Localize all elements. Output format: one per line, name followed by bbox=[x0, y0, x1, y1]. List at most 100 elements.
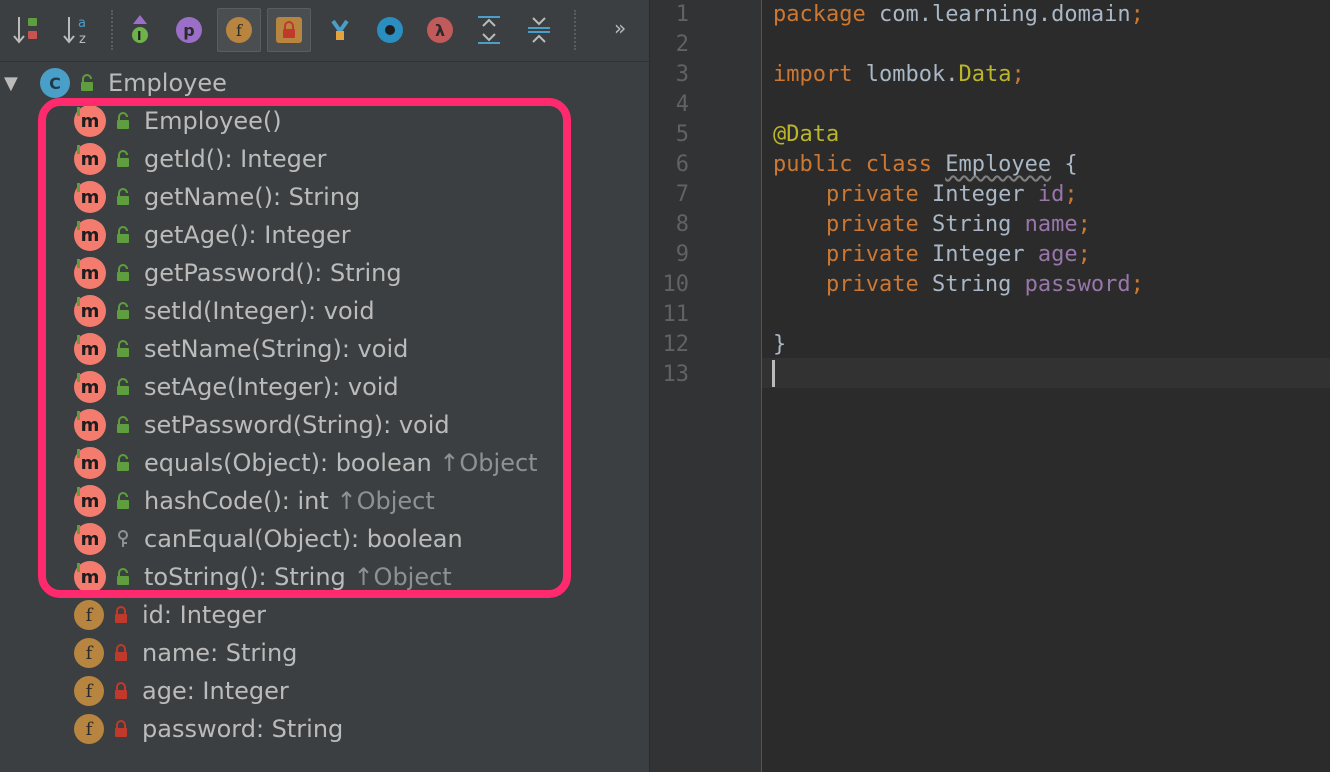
method-row[interactable]: m hashCode(): int ↑Object bbox=[74, 482, 435, 520]
line-number: 9 bbox=[675, 242, 689, 267]
field-row[interactable]: f password: String bbox=[74, 710, 343, 748]
inherited-from: ↑Object bbox=[353, 563, 452, 591]
tree-root-employee[interactable]: ▼ C Employee bbox=[4, 64, 227, 102]
current-line-highlight bbox=[762, 358, 1330, 388]
field-label: name: String bbox=[142, 639, 298, 667]
code-line-field[interactable]: private Integer id; bbox=[773, 180, 1078, 210]
code-line-3[interactable]: import lombok.Data; bbox=[773, 60, 1025, 90]
text-caret bbox=[772, 360, 775, 387]
method-icon: m bbox=[74, 143, 106, 175]
field-row[interactable]: f name: String bbox=[74, 634, 297, 672]
field-row[interactable]: f age: Integer bbox=[74, 672, 289, 710]
method-row[interactable]: m toString(): String ↑Object bbox=[74, 558, 452, 596]
lambda-icon: λ bbox=[427, 17, 453, 43]
private-lock-icon bbox=[108, 638, 134, 668]
method-row[interactable]: m canEqual(Object): boolean bbox=[74, 520, 463, 558]
method-icon: m bbox=[74, 371, 106, 403]
method-icon: m bbox=[74, 409, 106, 441]
anonymous-class-icon bbox=[377, 17, 403, 43]
method-icon: m bbox=[74, 105, 106, 137]
expand-arrow-icon[interactable]: ▼ bbox=[4, 73, 28, 94]
method-icon: m bbox=[74, 181, 106, 213]
method-label: getName(): String bbox=[144, 183, 361, 211]
line-number: 13 bbox=[662, 362, 690, 387]
public-lock-icon bbox=[110, 220, 136, 250]
code-line-1[interactable]: package com.learning.domain; bbox=[773, 0, 1144, 30]
show-properties-button[interactable]: p bbox=[167, 8, 211, 52]
public-lock-icon bbox=[110, 372, 136, 402]
field-icon: f bbox=[74, 638, 104, 668]
method-icon: m bbox=[74, 561, 106, 593]
method-label: getPassword(): String bbox=[144, 259, 402, 287]
method-label: getId(): Integer bbox=[144, 145, 327, 173]
code-line-field[interactable]: private String name; bbox=[773, 210, 1091, 240]
method-label: getAge(): Integer bbox=[144, 221, 351, 249]
public-lock-icon bbox=[110, 448, 136, 478]
method-icon: m bbox=[74, 333, 106, 365]
method-row[interactable]: m getPassword(): String bbox=[74, 254, 402, 292]
code-line-5[interactable]: @Data bbox=[773, 120, 839, 150]
svg-text:a: a bbox=[78, 16, 86, 31]
line-number: 6 bbox=[675, 152, 689, 177]
sort-alphabetically-button[interactable]: a z bbox=[56, 8, 100, 52]
field-icon: f bbox=[74, 676, 104, 706]
method-row[interactable]: m getName(): String bbox=[74, 178, 360, 216]
svg-text:z: z bbox=[79, 32, 86, 47]
public-lock-icon bbox=[110, 334, 136, 364]
method-icon: m bbox=[74, 447, 106, 479]
method-row[interactable]: m getId(): Integer bbox=[74, 140, 327, 178]
field-label: age: Integer bbox=[142, 677, 289, 705]
method-label: setAge(Integer): void bbox=[144, 373, 399, 401]
line-number: 7 bbox=[675, 182, 689, 207]
show-inherited-button[interactable]: I bbox=[118, 8, 162, 52]
line-number: 2 bbox=[675, 32, 689, 57]
public-lock-icon bbox=[110, 182, 136, 212]
method-row[interactable]: m Employee() bbox=[74, 102, 282, 140]
show-anonymous-button[interactable] bbox=[318, 8, 362, 52]
method-icon: m bbox=[74, 523, 106, 555]
public-lock-icon bbox=[110, 106, 136, 136]
collapse-all-icon bbox=[528, 17, 550, 43]
method-label: setName(String): void bbox=[144, 335, 409, 363]
method-row[interactable]: m equals(Object): boolean ↑Object bbox=[74, 444, 538, 482]
method-label: Employee() bbox=[144, 107, 282, 135]
show-anonymous-classes-button[interactable] bbox=[368, 8, 412, 52]
svg-text:I: I bbox=[137, 29, 141, 43]
public-lock-icon bbox=[74, 68, 100, 98]
method-row[interactable]: m getAge(): Integer bbox=[74, 216, 351, 254]
code-line-12[interactable]: } bbox=[773, 330, 786, 360]
expand-all-button[interactable] bbox=[467, 8, 511, 52]
public-lock-icon bbox=[110, 258, 136, 288]
private-lock-icon bbox=[108, 676, 134, 706]
method-label: toString(): String ↑Object bbox=[144, 563, 452, 591]
protected-key-icon bbox=[110, 524, 136, 554]
inherited-icon: I bbox=[132, 15, 148, 43]
method-row[interactable]: m setName(String): void bbox=[74, 330, 408, 368]
method-row[interactable]: m setId(Integer): void bbox=[74, 292, 375, 330]
sort-by-visibility-button[interactable] bbox=[6, 8, 50, 52]
structure-toolbar: a z I p f λ » bbox=[0, 0, 649, 62]
method-label: setId(Integer): void bbox=[144, 297, 375, 325]
field-row[interactable]: f id: Integer bbox=[74, 596, 266, 634]
method-row[interactable]: m setAge(Integer): void bbox=[74, 368, 399, 406]
collapse-all-button[interactable] bbox=[517, 8, 561, 52]
expand-all-icon bbox=[478, 16, 500, 44]
method-label: hashCode(): int ↑Object bbox=[144, 487, 435, 515]
method-row[interactable]: m setPassword(String): void bbox=[74, 406, 450, 444]
inherited-from: ↑Object bbox=[439, 449, 538, 477]
method-label: setPassword(String): void bbox=[144, 411, 450, 439]
code-line-field[interactable]: private String password; bbox=[773, 270, 1144, 300]
show-lambdas-button[interactable]: λ bbox=[418, 8, 462, 52]
line-number: 10 bbox=[662, 272, 690, 297]
line-number: 4 bbox=[675, 92, 689, 117]
code-line-6[interactable]: public class Employee { bbox=[773, 150, 1078, 180]
show-fields-button[interactable]: f bbox=[217, 8, 261, 52]
code-line-field[interactable]: private Integer age; bbox=[773, 240, 1091, 270]
hierarchy-icon bbox=[331, 19, 349, 40]
class-icon: C bbox=[40, 68, 70, 98]
toolbar-overflow-button[interactable]: » bbox=[614, 16, 626, 40]
structure-panel: a z I p f λ » ▼ C Employee m Employee() … bbox=[0, 0, 649, 772]
method-label: equals(Object): boolean ↑Object bbox=[144, 449, 538, 477]
line-number: 12 bbox=[662, 332, 690, 357]
show-non-public-button[interactable] bbox=[267, 8, 311, 52]
